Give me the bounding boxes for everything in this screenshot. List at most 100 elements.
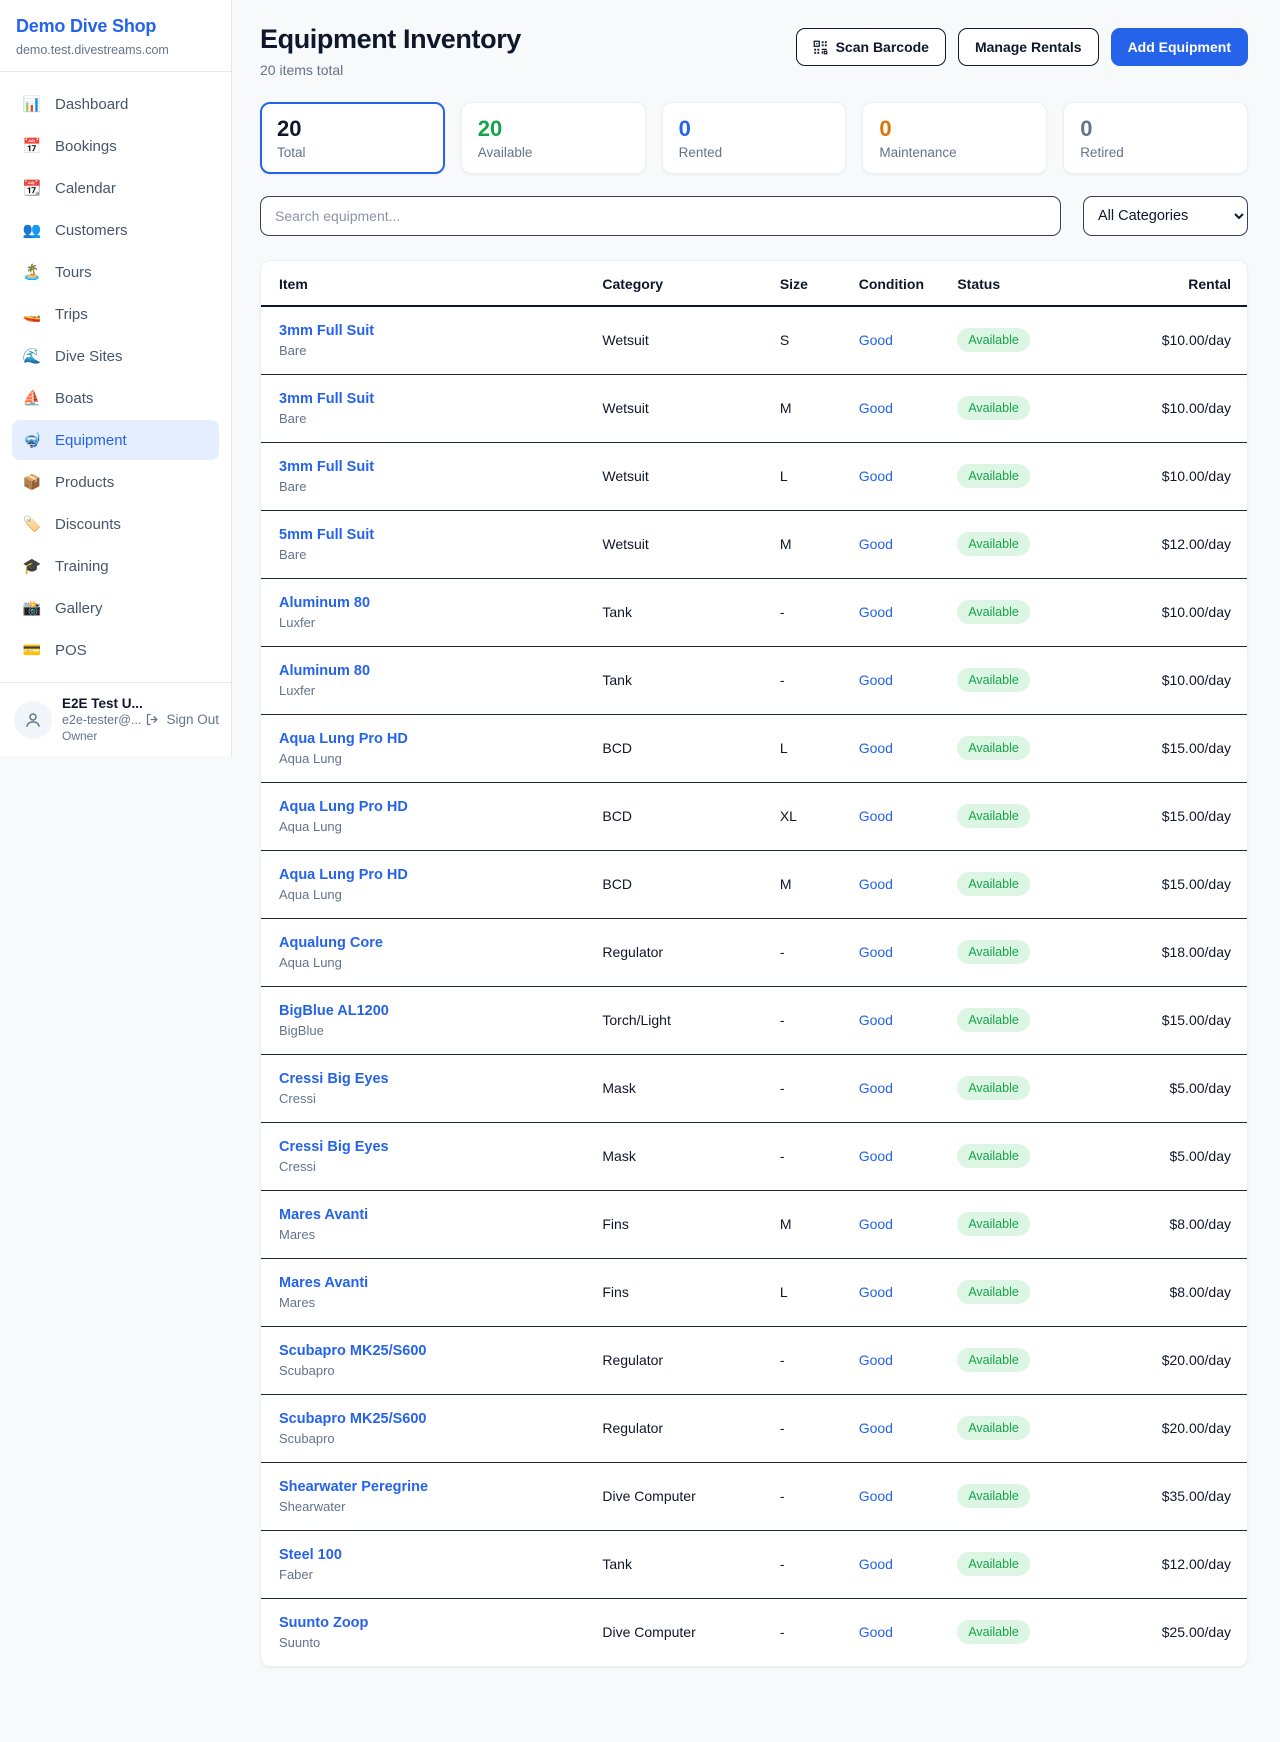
item-condition[interactable]: Good	[843, 986, 942, 1054]
status-badge: Available	[957, 1144, 1030, 1168]
item-size: M	[764, 510, 843, 578]
item-condition[interactable]: Good	[843, 1190, 942, 1258]
item-condition[interactable]: Good	[843, 714, 942, 782]
sidebar-item-equipment[interactable]: 🤿 Equipment	[12, 420, 219, 460]
item-link[interactable]: Steel 100	[279, 1547, 570, 1563]
item-condition[interactable]: Good	[843, 1326, 942, 1394]
sidebar-item-pos[interactable]: 💳 POS	[12, 630, 219, 670]
item-rental: $8.00/day	[1129, 1190, 1247, 1258]
item-rental: $10.00/day	[1129, 578, 1247, 646]
item-condition[interactable]: Good	[843, 918, 942, 986]
status-badge: Available	[957, 1552, 1030, 1576]
item-category: Tank	[586, 1530, 763, 1598]
manage-rentals-button[interactable]: Manage Rentals	[958, 28, 1099, 66]
status-badge: Available	[957, 1076, 1030, 1100]
item-condition[interactable]: Good	[843, 1394, 942, 1462]
item-link[interactable]: Aluminum 80	[279, 663, 570, 679]
item-link[interactable]: Scubapro MK25/S600	[279, 1411, 570, 1427]
sidebar-item-calendar[interactable]: 📆 Calendar	[12, 168, 219, 208]
item-link[interactable]: Cressi Big Eyes	[279, 1139, 570, 1155]
item-link[interactable]: 5mm Full Suit	[279, 527, 570, 543]
user-email: e2e-tester@...	[62, 713, 135, 727]
item-rental: $15.00/day	[1129, 850, 1247, 918]
item-link[interactable]: 3mm Full Suit	[279, 459, 570, 475]
page-title: Equipment Inventory	[260, 24, 521, 55]
stat-card-total[interactable]: 20 Total	[260, 102, 445, 174]
item-condition[interactable]: Good	[843, 850, 942, 918]
item-condition[interactable]: Good	[843, 306, 942, 374]
table-row: 3mm Full Suit Bare Wetsuit S Good Availa…	[261, 306, 1247, 374]
item-condition[interactable]: Good	[843, 1258, 942, 1326]
column-header-rental: Rental	[1129, 261, 1247, 306]
stat-card-maintenance[interactable]: 0 Maintenance	[862, 102, 1047, 174]
item-category: Tank	[586, 578, 763, 646]
sidebar-item-training[interactable]: 🎓 Training	[12, 546, 219, 586]
stat-card-rented[interactable]: 0 Rented	[662, 102, 847, 174]
table-row: Aqua Lung Pro HD Aqua Lung BCD XL Good A…	[261, 782, 1247, 850]
speedboat-icon: 🚤	[22, 305, 42, 323]
item-link[interactable]: Cressi Big Eyes	[279, 1071, 570, 1087]
item-link[interactable]: BigBlue AL1200	[279, 1003, 570, 1019]
wave-icon: 🌊	[22, 347, 42, 365]
stat-card-retired[interactable]: 0 Retired	[1063, 102, 1248, 174]
item-link[interactable]: Aqua Lung Pro HD	[279, 731, 570, 747]
item-link[interactable]: Aluminum 80	[279, 595, 570, 611]
sidebar-item-label: Calendar	[55, 180, 116, 197]
item-brand: Bare	[279, 411, 570, 426]
table-row: Suunto Zoop Suunto Dive Computer - Good …	[261, 1598, 1247, 1666]
item-rental: $10.00/day	[1129, 646, 1247, 714]
sidebar-item-tours[interactable]: 🏝️ Tours	[12, 252, 219, 292]
sidebar-item-customers[interactable]: 👥 Customers	[12, 210, 219, 250]
item-condition[interactable]: Good	[843, 1054, 942, 1122]
sidebar-item-products[interactable]: 📦 Products	[12, 462, 219, 502]
item-condition[interactable]: Good	[843, 374, 942, 442]
item-link[interactable]: Shearwater Peregrine	[279, 1479, 570, 1495]
sidebar-item-discounts[interactable]: 🏷️ Discounts	[12, 504, 219, 544]
add-equipment-button[interactable]: Add Equipment	[1111, 28, 1248, 66]
sign-out-label: Sign Out	[166, 712, 219, 727]
sidebar-item-bookings[interactable]: 📅 Bookings	[12, 126, 219, 166]
app-root: Demo Dive Shop demo.test.divestreams.com…	[0, 0, 1280, 1697]
item-link[interactable]: Mares Avanti	[279, 1207, 570, 1223]
item-condition[interactable]: Good	[843, 1462, 942, 1530]
item-condition[interactable]: Good	[843, 578, 942, 646]
item-link[interactable]: Mares Avanti	[279, 1275, 570, 1291]
sidebar-item-trips[interactable]: 🚤 Trips	[12, 294, 219, 334]
column-header-condition: Condition	[843, 261, 942, 306]
manage-rentals-label: Manage Rentals	[975, 39, 1082, 55]
scan-barcode-button[interactable]: Scan Barcode	[796, 28, 946, 66]
item-link[interactable]: 3mm Full Suit	[279, 391, 570, 407]
item-condition[interactable]: Good	[843, 782, 942, 850]
sidebar-item-dive-sites[interactable]: 🌊 Dive Sites	[12, 336, 219, 376]
item-condition[interactable]: Good	[843, 442, 942, 510]
status-badge: Available	[957, 804, 1030, 828]
item-link[interactable]: 3mm Full Suit	[279, 323, 570, 339]
sidebar-item-boats[interactable]: ⛵ Boats	[12, 378, 219, 418]
item-size: -	[764, 1122, 843, 1190]
item-link[interactable]: Aqualung Core	[279, 935, 570, 951]
item-link[interactable]: Aqua Lung Pro HD	[279, 799, 570, 815]
sidebar-item-dashboard[interactable]: 📊 Dashboard	[12, 84, 219, 124]
category-select[interactable]: All Categories	[1083, 196, 1248, 236]
stat-card-available[interactable]: 20 Available	[461, 102, 646, 174]
column-header-item: Item	[261, 261, 586, 306]
item-rental: $15.00/day	[1129, 782, 1247, 850]
item-condition[interactable]: Good	[843, 1122, 942, 1190]
item-rental: $5.00/day	[1129, 1122, 1247, 1190]
item-condition[interactable]: Good	[843, 1598, 942, 1666]
item-condition[interactable]: Good	[843, 1530, 942, 1598]
status-badge: Available	[957, 736, 1030, 760]
item-link[interactable]: Suunto Zoop	[279, 1615, 570, 1631]
sign-out-button[interactable]: Sign Out	[145, 712, 219, 727]
sidebar-item-gallery[interactable]: 📸 Gallery	[12, 588, 219, 628]
page-header-text: Equipment Inventory 20 items total	[260, 24, 521, 78]
user-meta: E2E Test U... e2e-tester@... Owner	[62, 696, 135, 743]
item-condition[interactable]: Good	[843, 646, 942, 714]
brand-title[interactable]: Demo Dive Shop	[16, 16, 215, 37]
item-condition[interactable]: Good	[843, 510, 942, 578]
search-input[interactable]	[260, 196, 1061, 236]
item-link[interactable]: Aqua Lung Pro HD	[279, 867, 570, 883]
item-size: -	[764, 918, 843, 986]
item-link[interactable]: Scubapro MK25/S600	[279, 1343, 570, 1359]
brand-block: Demo Dive Shop demo.test.divestreams.com	[0, 0, 231, 71]
